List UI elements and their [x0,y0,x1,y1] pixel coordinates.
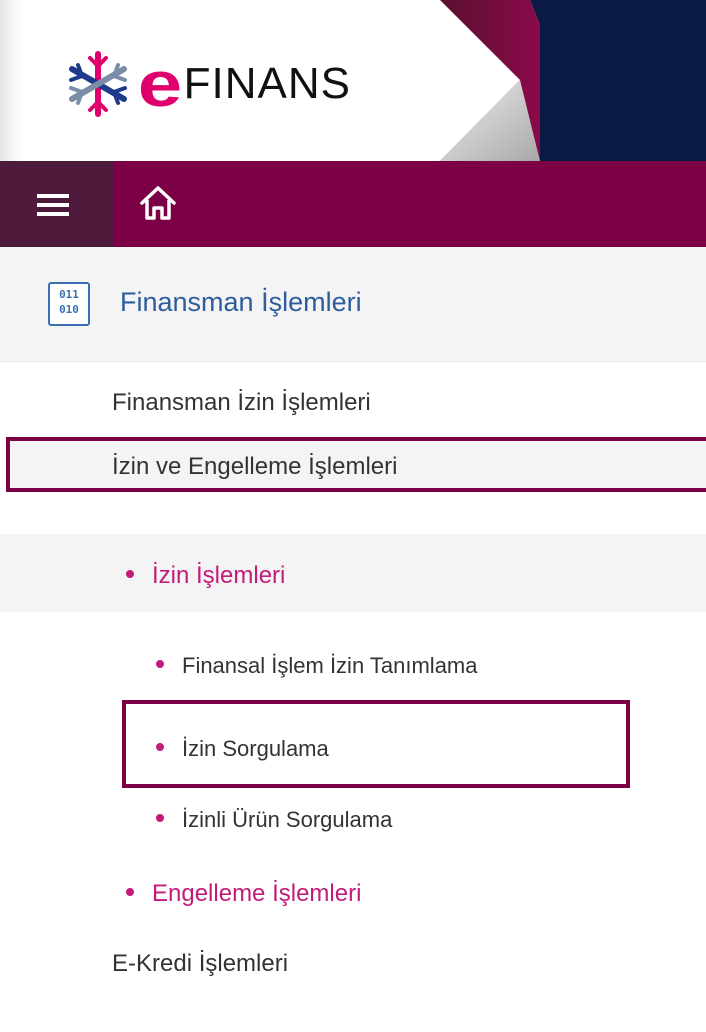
binary-icon-row-1: 011 [59,288,79,301]
leaf-izinli-urun-sorgulama[interactable]: İzinli Ürün Sorgulama [156,807,392,833]
leaf-label: Finansal İşlem İzin Tanımlama [182,653,478,678]
nav-item-finansman-izin[interactable]: Finansman İzin İşlemleri [112,389,371,417]
logo-word: FINANS [183,59,351,108]
snowflake-logo-icon [69,51,127,117]
leaf-label-text: İzin Sorgulama [182,736,329,761]
logo-letter: e [137,48,182,120]
bullet-icon [126,887,134,896]
sub-group-izin-islemleri[interactable]: İzin İşlemleri [0,534,706,612]
hamburger-menu-button[interactable] [0,161,115,247]
bullet-icon [156,814,164,823]
leaf-label: İzin Sorgulama [156,736,329,762]
leaf-finansal-islem-izin-tanimlama[interactable]: Finansal İşlem İzin Tanımlama [156,653,478,679]
section-header-finansman[interactable]: 011 010 Finansman İşlemleri [0,247,706,362]
sub-group-text: İzin İşlemleri [152,562,286,589]
app-header: e FINANS [0,0,706,161]
home-icon[interactable] [138,183,178,223]
logo-text: e FINANS [138,52,351,116]
nav-item-e-kredi[interactable]: E-Kredi İşlemleri [112,950,288,978]
bullet-icon [156,660,164,669]
top-navigation-bar [0,161,706,247]
bullet-icon [156,743,164,752]
logo[interactable]: e FINANS [62,44,351,124]
section-title: Finansman İşlemleri [120,287,362,317]
bullet-icon [126,569,134,578]
binary-icon-row-2: 010 [59,303,79,316]
leaf-label: İzinli Ürün Sorgulama [182,807,393,832]
sub-group-text: Engelleme İşlemleri [152,880,362,907]
binary-icon: 011 010 [48,282,90,326]
sub-group-label: İzin İşlemleri [126,562,285,590]
sub-group-engelleme-islemleri[interactable]: Engelleme İşlemleri [126,880,361,908]
leaf-izin-sorgulama[interactable]: İzin Sorgulama [122,700,630,788]
nav-item-label: İzin ve Engelleme İşlemleri [112,453,398,480]
nav-item-izin-ve-engelleme[interactable]: İzin ve Engelleme İşlemleri [6,437,706,492]
